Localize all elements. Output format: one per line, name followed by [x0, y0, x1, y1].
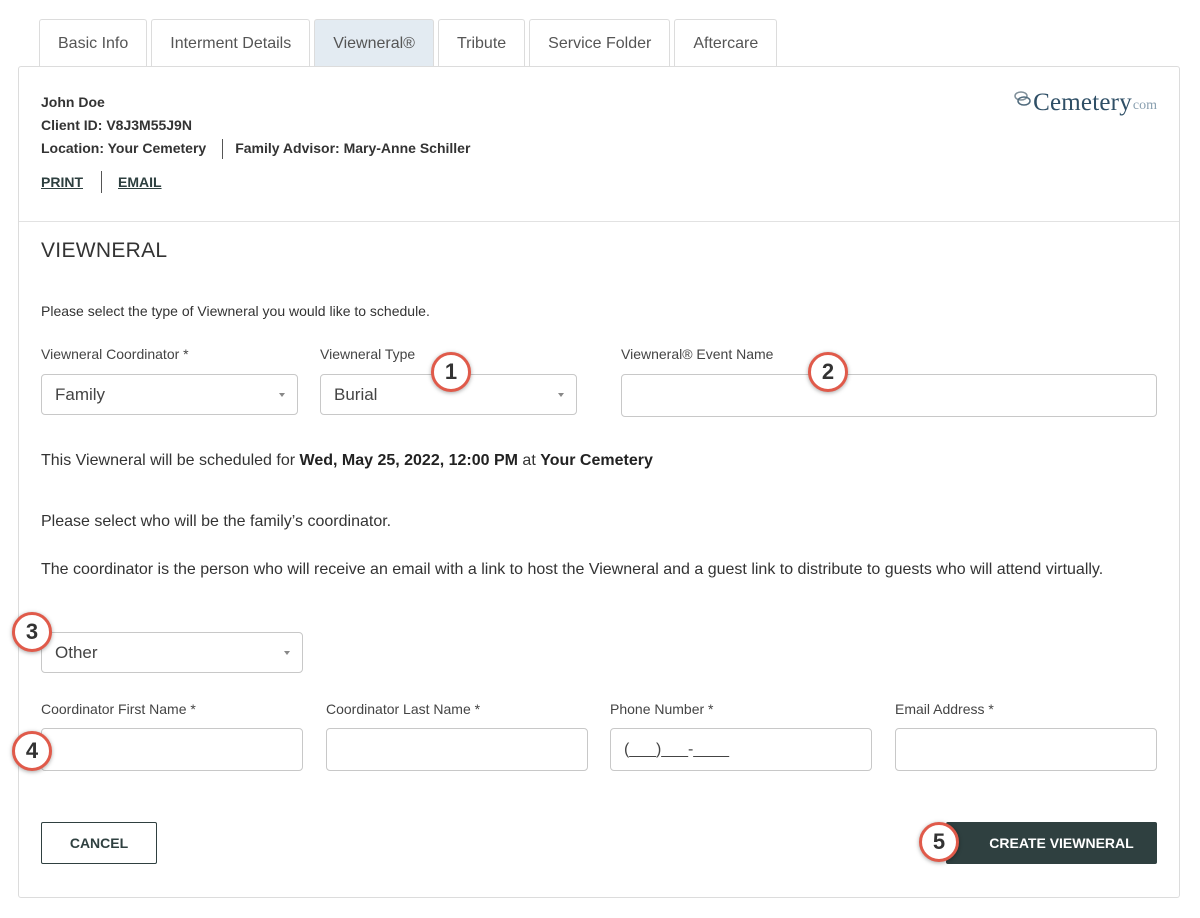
email-label: Email Address * — [895, 701, 994, 717]
event-name-label: Viewneral® Event Name — [621, 346, 774, 362]
client-name: John Doe — [41, 94, 105, 110]
caret-down-icon — [284, 651, 290, 655]
divider — [101, 171, 102, 193]
intro-text: Please select the type of Viewneral you … — [41, 303, 430, 319]
family-coordinator-value: Other — [55, 642, 98, 662]
tab-interment-details[interactable]: Interment Details — [151, 19, 311, 67]
select-coordinator-text: Please select who will be the family’s c… — [41, 513, 392, 530]
schedule-text: This Viewneral will be scheduled for Wed… — [41, 447, 653, 474]
schedule-middle: at — [517, 452, 541, 469]
callout-badge-5: 5 — [919, 822, 959, 862]
last-name-label: Coordinator Last Name * — [326, 701, 481, 717]
schedule-datetime: Wed, May 25, 2022, 12:00 PM — [299, 452, 518, 469]
caret-down-icon — [279, 393, 285, 397]
rings-icon — [1011, 89, 1035, 117]
tab-service-folder[interactable]: Service Folder — [529, 19, 671, 67]
last-name-input[interactable] — [326, 728, 588, 771]
caret-down-icon — [558, 393, 564, 397]
viewneral-card: John Doe Client ID: V8J3M55J9N Location:… — [18, 66, 1180, 898]
tab-tribute[interactable]: Tribute — [437, 19, 526, 67]
first-name-input[interactable] — [41, 728, 303, 771]
email-input[interactable] — [895, 728, 1157, 771]
coordinator-type-value: Family — [55, 384, 106, 404]
callout-badge-3: 3 — [12, 612, 52, 652]
viewneral-type-label: Viewneral Type — [320, 346, 416, 362]
callout-badge-2: 2 — [808, 352, 848, 392]
header-divider — [19, 221, 1179, 222]
first-name-label: Coordinator First Name * — [41, 701, 196, 717]
tab-aftercare[interactable]: Aftercare — [674, 19, 778, 67]
logo-suffix: com — [1132, 98, 1157, 113]
tab-bar: Basic Info Interment Details Viewneral® … — [39, 19, 781, 67]
client-info: John Doe Client ID: V8J3M55J9N Location:… — [41, 91, 470, 160]
logo-wordmark: Cemetery — [1033, 89, 1132, 116]
section-title: VIEWNERAL — [41, 239, 168, 262]
schedule-place: Your Cemetery — [540, 452, 653, 469]
tab-viewneral[interactable]: Viewneral® — [314, 19, 434, 67]
divider — [222, 138, 224, 159]
family-advisor: Family Advisor: Mary-Anne Schiller — [235, 140, 471, 156]
client-id: Client ID: V8J3M55J9N — [41, 117, 192, 133]
client-location: Location: Your Cemetery — [41, 140, 207, 156]
tab-basic-info[interactable]: Basic Info — [39, 19, 148, 67]
cancel-button[interactable]: CANCEL — [41, 822, 157, 864]
viewneral-type-value: Burial — [334, 384, 378, 404]
callout-badge-4: 4 — [12, 731, 52, 771]
phone-label: Phone Number * — [610, 701, 714, 717]
action-links: PRINT EMAIL — [41, 171, 162, 193]
coordinator-description: The coordinator is the person who will r… — [41, 561, 1104, 578]
callout-badge-1: 1 — [431, 352, 471, 392]
cemetery-logo: Cemetery com — [1011, 89, 1157, 117]
family-coordinator-select[interactable]: Other — [41, 632, 303, 673]
coordinator-type-label: Viewneral Coordinator * — [41, 346, 189, 362]
phone-input[interactable] — [610, 728, 872, 771]
schedule-prefix: This Viewneral will be scheduled for — [41, 452, 300, 469]
email-link[interactable]: EMAIL — [118, 174, 162, 190]
print-link[interactable]: PRINT — [41, 174, 83, 190]
coordinator-type-select[interactable]: Family — [41, 374, 298, 415]
create-viewneral-button[interactable]: CREATE VIEWNERAL — [946, 822, 1157, 864]
event-name-input[interactable] — [621, 374, 1157, 417]
